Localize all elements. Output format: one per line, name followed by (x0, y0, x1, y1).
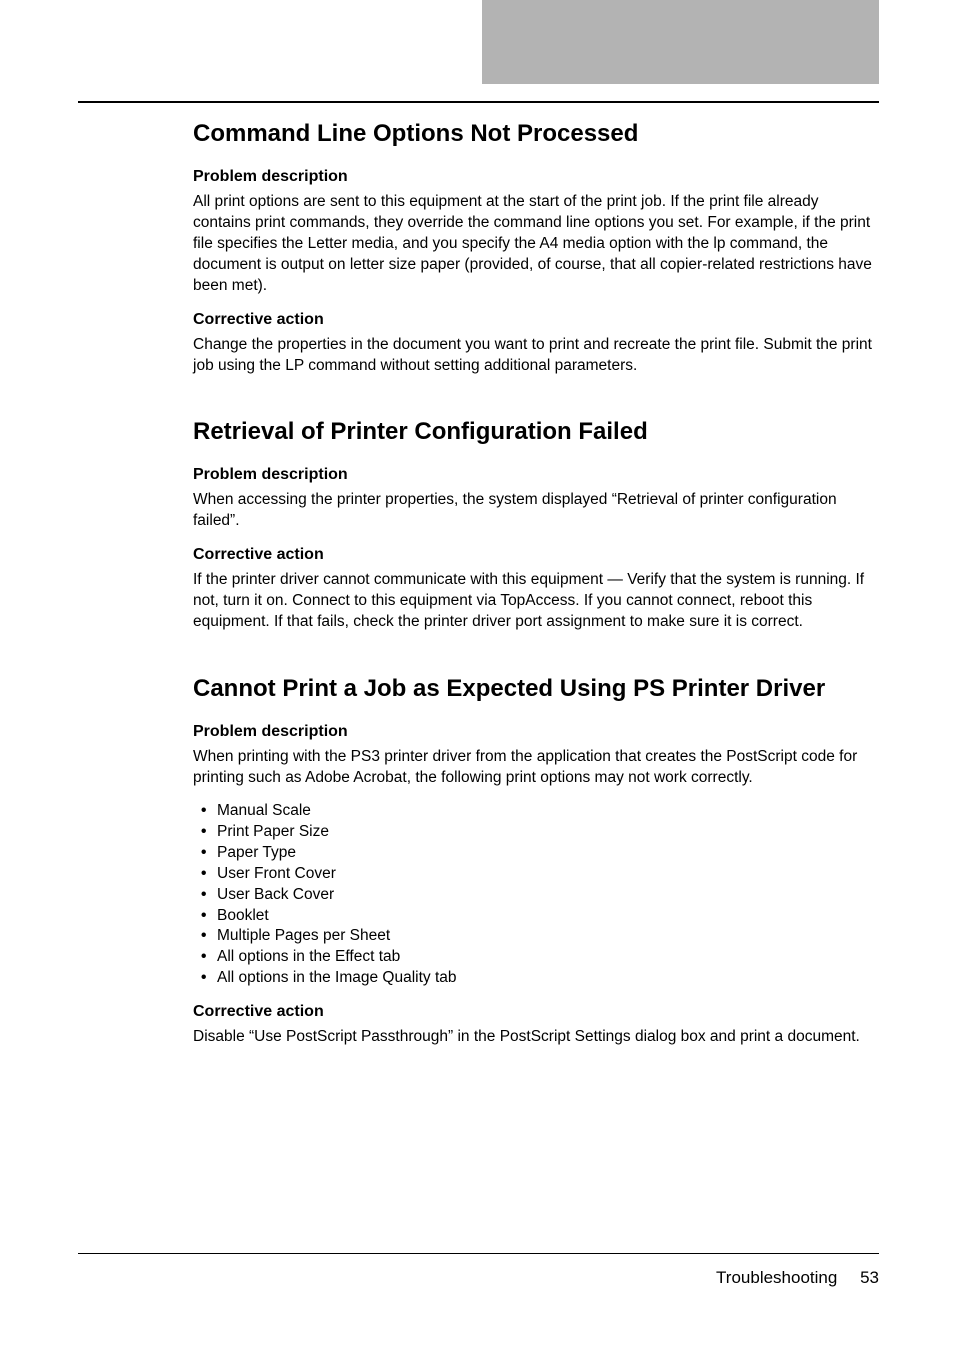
action-heading: Corrective action (193, 1003, 879, 1021)
list-item: Paper Type (193, 843, 879, 864)
list-item: Booklet (193, 906, 879, 927)
problem-heading: Problem description (193, 723, 879, 741)
section-title: Retrieval of Printer Configuration Faile… (193, 418, 879, 446)
list-item: User Front Cover (193, 864, 879, 885)
problem-heading: Problem description (193, 466, 879, 484)
action-text: Change the properties in the document yo… (193, 335, 879, 377)
problem-text: When printing with the PS3 printer drive… (193, 747, 879, 789)
problem-text: All print options are sent to this equip… (193, 192, 879, 297)
list-item: Print Paper Size (193, 822, 879, 843)
action-text: If the printer driver cannot communicate… (193, 570, 879, 633)
footer-label: Troubleshooting (716, 1268, 837, 1287)
section-retrieval-failed: Retrieval of Printer Configuration Faile… (193, 418, 879, 633)
action-heading: Corrective action (193, 546, 879, 564)
problem-text: When accessing the printer properties, t… (193, 490, 879, 532)
list-item: Multiple Pages per Sheet (193, 926, 879, 947)
section-title: Command Line Options Not Processed (193, 120, 879, 148)
options-list: Manual Scale Print Paper Size Paper Type… (193, 801, 879, 989)
list-item: Manual Scale (193, 801, 879, 822)
action-heading: Corrective action (193, 311, 879, 329)
main-content: Command Line Options Not Processed Probl… (193, 120, 879, 1090)
list-item: All options in the Image Quality tab (193, 968, 879, 989)
section-command-line: Command Line Options Not Processed Probl… (193, 120, 879, 376)
section-title: Cannot Print a Job as Expected Using PS … (193, 675, 879, 703)
list-item: User Back Cover (193, 885, 879, 906)
problem-heading: Problem description (193, 168, 879, 186)
action-text: Disable “Use PostScript Passthrough” in … (193, 1027, 879, 1048)
top-horizontal-rule (78, 101, 879, 103)
header-gray-block (482, 0, 879, 84)
list-item: All options in the Effect tab (193, 947, 879, 968)
footer-page-number: 53 (860, 1268, 879, 1287)
section-ps-driver: Cannot Print a Job as Expected Using PS … (193, 675, 879, 1048)
page-footer: Troubleshooting 53 (78, 1253, 879, 1288)
